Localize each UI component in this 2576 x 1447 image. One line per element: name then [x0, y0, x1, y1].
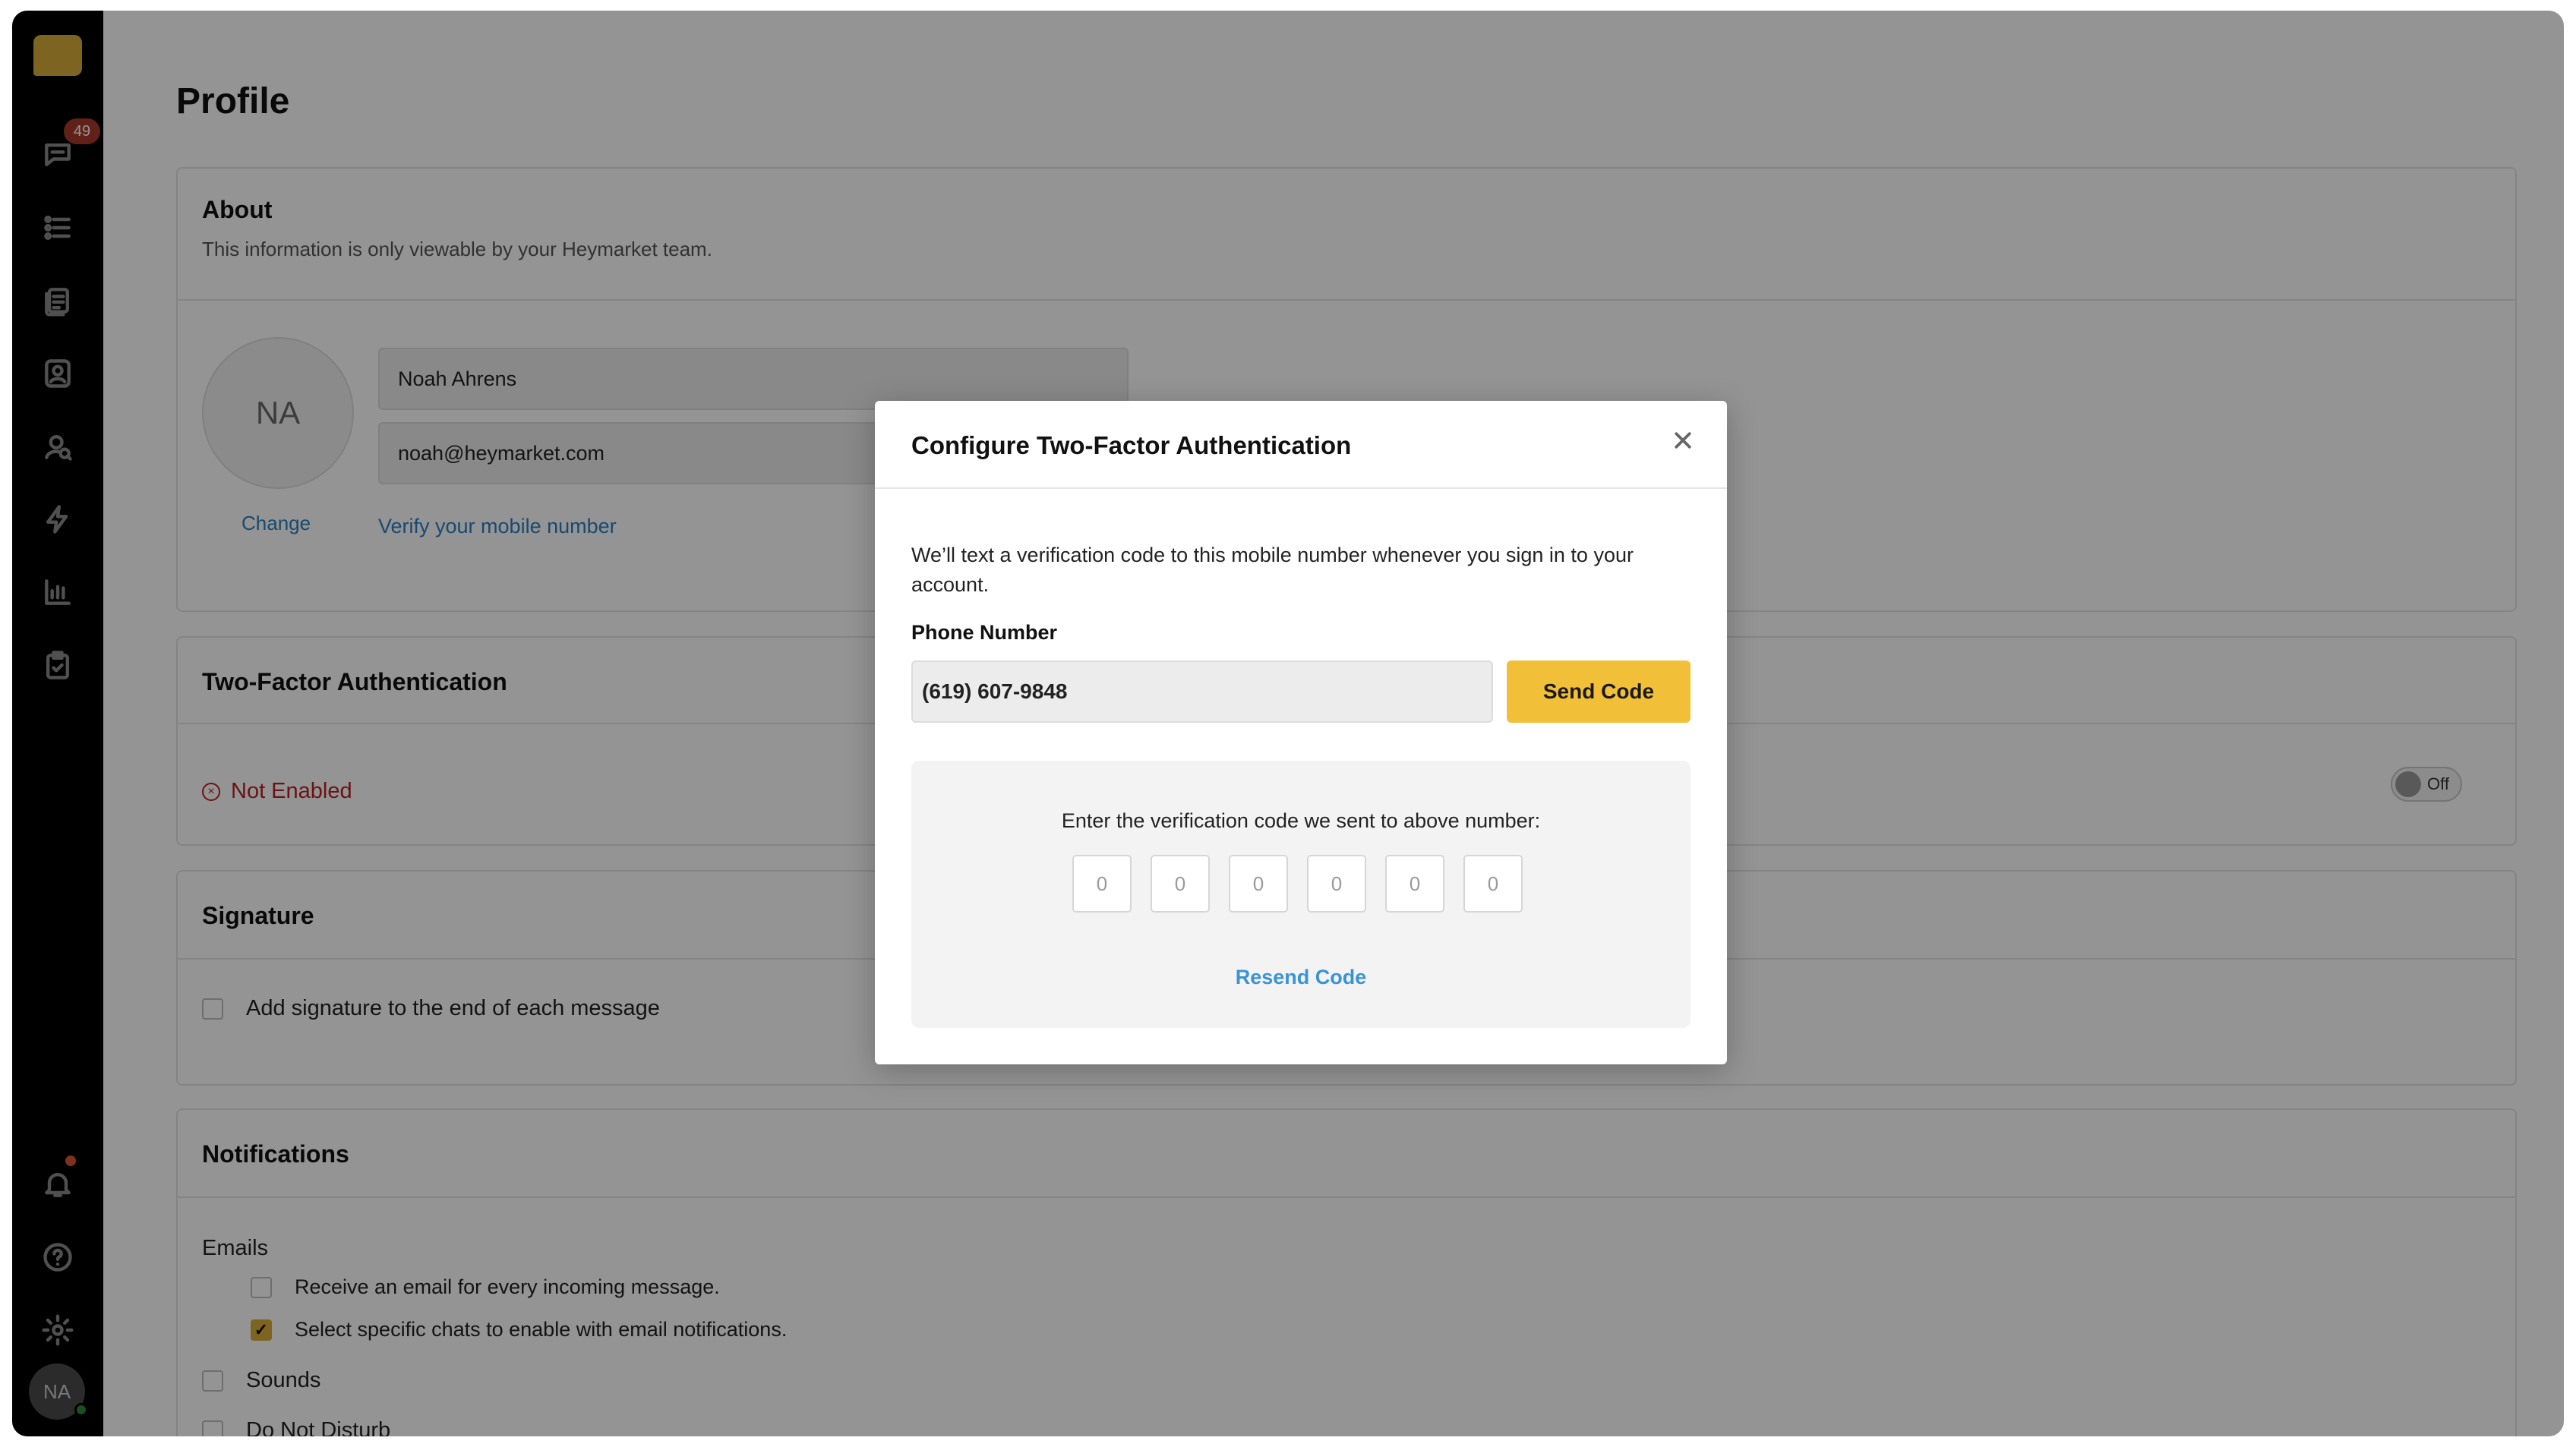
- verification-prompt: Enter the verification code we sent to a…: [1061, 809, 1541, 832]
- code-digit-4[interactable]: 0: [1307, 855, 1366, 913]
- two-factor-modal: Configure Two-Factor Authentication We’l…: [875, 401, 1727, 1064]
- modal-description: We’ll text a verification code to this m…: [911, 544, 1634, 596]
- phone-number-label: Phone Number: [911, 621, 1058, 644]
- code-digit-2[interactable]: 0: [1151, 855, 1210, 913]
- modal-header: Configure Two-Factor Authentication: [875, 401, 1727, 489]
- app-window: 49 NA Profile About This information is …: [12, 11, 2564, 1436]
- resend-code-link[interactable]: Resend Code: [911, 966, 1690, 989]
- send-code-button[interactable]: Send Code: [1507, 660, 1690, 723]
- close-icon: [1675, 432, 1691, 449]
- code-digit-3[interactable]: 0: [1229, 855, 1288, 913]
- close-button[interactable]: [1666, 424, 1700, 457]
- code-digit-5[interactable]: 0: [1385, 855, 1444, 913]
- code-digit-6[interactable]: 0: [1463, 855, 1523, 913]
- code-digit-1[interactable]: 0: [1072, 855, 1132, 913]
- phone-number-input[interactable]: (619) 607-9848: [911, 660, 1493, 723]
- modal-title: Configure Two-Factor Authentication: [911, 431, 1352, 459]
- verification-code-inputs: 0 0 0 0 0 0: [1072, 855, 1523, 913]
- verification-panel: Enter the verification code we sent to a…: [911, 761, 1690, 1028]
